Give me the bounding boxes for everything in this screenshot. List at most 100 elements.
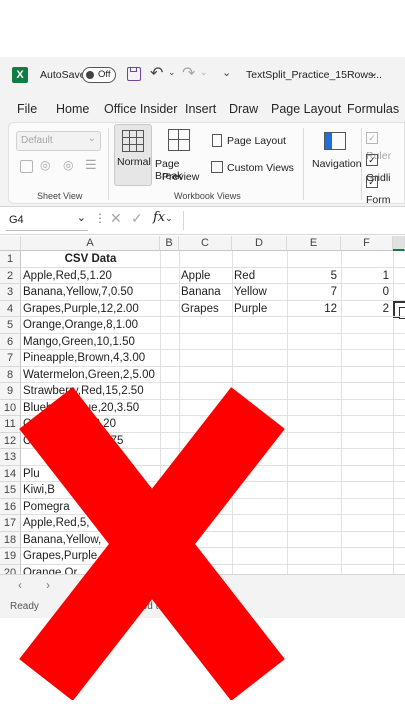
cell-f3[interactable]: 0 — [341, 284, 393, 301]
group-divider — [108, 128, 109, 200]
page-break-icon — [168, 129, 190, 151]
sheet-view-eye-icon: ◎ — [40, 158, 51, 172]
cell-e4[interactable]: 12 — [287, 301, 341, 318]
page-break-preview-button[interactable]: Page Break Preview — [154, 124, 204, 186]
cell-e2[interactable]: 5 — [287, 268, 341, 285]
redo-dropdown-icon[interactable]: ⌄ — [200, 67, 208, 78]
column-header-g[interactable] — [393, 236, 405, 251]
title-chevron-icon[interactable]: ⌄ — [369, 66, 378, 79]
group-divider-2 — [303, 128, 304, 200]
row-header[interactable]: 7 — [0, 350, 21, 367]
sheet-view-options-icon: ☰ — [85, 157, 97, 172]
insert-function-icon[interactable]: fx⌄ — [153, 210, 173, 225]
autosave-state: Off — [98, 69, 111, 80]
sheet-view-dropdown: Default ⌄ — [16, 131, 101, 151]
autosave-toggle[interactable]: Off — [82, 67, 116, 83]
redo-icon[interactable]: ↷ — [182, 63, 195, 83]
menu-office-insider[interactable]: Office Insider — [104, 102, 177, 116]
cell-a3[interactable]: Banana,Yellow,7,0.50 — [21, 284, 133, 301]
document-title[interactable]: TextSplit_Practice_15Rows... — [246, 69, 382, 81]
cell-a6[interactable]: Mango,Green,10,1.50 — [21, 334, 135, 351]
autosave-label: AutoSave — [40, 69, 86, 81]
formula-bar-label: Form — [366, 194, 391, 206]
custom-views-icon — [211, 161, 223, 173]
chevron-down-icon: ⌄ — [76, 212, 86, 224]
checkbox-checked-icon: ✓ — [366, 154, 378, 166]
undo-dropdown-icon[interactable]: ⌄ — [168, 67, 176, 78]
menu-page-layout[interactable]: Page Layout — [271, 102, 341, 116]
menu-formulas[interactable]: Formulas — [347, 102, 399, 116]
column-header-c[interactable]: C — [179, 236, 232, 251]
name-box-value: G4 — [9, 214, 24, 226]
sheet-view-value: Default — [21, 135, 53, 146]
column-header-a[interactable]: A — [21, 236, 160, 251]
cell-c3[interactable]: Banana — [179, 284, 232, 301]
custom-views-button[interactable]: Custom Views — [210, 161, 305, 179]
menu-insert[interactable]: Insert — [185, 102, 216, 116]
ribbon: Default ⌄ ◎ ◎ ☰ Sheet View Normal Page B… — [0, 122, 405, 207]
cell-a4[interactable]: Grapes,Purple,12,2.00 — [21, 301, 139, 318]
save-icon[interactable] — [127, 67, 141, 81]
more-options-icon[interactable]: ⋮ — [94, 211, 106, 225]
navigation-label: Navigation — [312, 158, 362, 170]
column-header-f[interactable]: F — [341, 236, 393, 251]
undo-icon[interactable]: ↶ — [150, 63, 163, 83]
row-header[interactable]: 2 — [0, 267, 21, 284]
header-cell-a1[interactable]: CSV Data — [21, 251, 160, 268]
menu-file[interactable]: File — [17, 102, 37, 116]
page-layout-label: Page Layout — [227, 135, 286, 147]
sheet-view-save-icon — [20, 160, 33, 173]
cell-e3[interactable]: 7 — [287, 284, 341, 301]
cell-f2[interactable]: 1 — [341, 268, 393, 285]
sheet-view-exit-icon: ◎ — [63, 158, 74, 172]
page-layout-button[interactable]: Page Layout — [210, 134, 305, 152]
normal-view-icon — [122, 130, 144, 152]
fx-label: fx — [153, 210, 166, 225]
cell-c4[interactable]: Grapes — [179, 301, 232, 318]
group-sheet-view-label: Sheet View — [37, 191, 83, 201]
fill-handle[interactable] — [399, 307, 405, 319]
formula-bar: G4 ⌄ ⋮ ✕ ✓ fx⌄ — [0, 207, 405, 235]
toggle-knob-icon — [86, 71, 94, 79]
custom-views-label: Custom Views — [227, 162, 294, 174]
cell-d3[interactable]: Yellow — [232, 284, 287, 301]
enter-icon[interactable]: ✓ — [131, 210, 143, 227]
menu-draw[interactable]: Draw — [229, 102, 258, 116]
row-header[interactable]: 6 — [0, 333, 21, 350]
cell-d4[interactable]: Purple — [232, 301, 287, 318]
excel-app-icon: X — [12, 67, 28, 83]
formula-bar-checkbox[interactable]: ✓ Form — [366, 172, 405, 208]
page-break-label-2: Preview — [162, 171, 200, 183]
cell-f4[interactable]: 2 — [341, 301, 393, 318]
cell-a7[interactable]: Pineapple,Brown,4,3.00 — [21, 350, 145, 367]
row-header[interactable]: 5 — [0, 317, 21, 334]
select-all-corner[interactable] — [0, 236, 21, 251]
cell-a2[interactable]: Apple,Red,5,1.20 — [21, 268, 112, 285]
group-workbook-views-label: Workbook Views — [174, 191, 241, 201]
cell-a5[interactable]: Orange,Orange,8,1.00 — [21, 317, 138, 334]
title-bar: X AutoSave Off ↶ ⌄ ↷ ⌄ ⌄ TextSplit_Pract… — [0, 57, 405, 95]
menu-home[interactable]: Home — [56, 102, 89, 116]
name-box[interactable]: G4 ⌄ — [6, 211, 88, 231]
checkbox-checked-icon: ✓ — [366, 176, 378, 188]
row-header[interactable]: 1 — [0, 251, 21, 268]
cancel-icon[interactable]: ✕ — [110, 210, 122, 227]
cell-c2[interactable]: Apple — [179, 268, 232, 285]
group-divider-3 — [361, 128, 362, 200]
normal-view-button[interactable]: Normal — [114, 124, 152, 186]
chevron-down-icon: ⌄ — [87, 133, 96, 144]
menu-bar: File Home Office Insider Insert Draw Pag… — [0, 95, 405, 122]
column-header-b[interactable]: B — [160, 236, 179, 251]
cell-d2[interactable]: Red — [232, 268, 287, 285]
column-header-d[interactable]: D — [232, 236, 287, 251]
navigation-icon — [324, 132, 346, 150]
checkbox-checked-icon: ✓ — [366, 132, 378, 144]
formula-input[interactable] — [183, 211, 405, 230]
red-x-overlay-icon — [19, 387, 285, 700]
row-header[interactable]: 4 — [0, 300, 21, 317]
normal-view-label: Normal — [117, 156, 151, 168]
row-header[interactable]: 3 — [0, 284, 21, 301]
navigation-button[interactable]: Navigation — [310, 124, 362, 186]
customize-toolbar-icon[interactable]: ⌄ — [222, 66, 231, 79]
column-header-e[interactable]: E — [287, 236, 341, 251]
